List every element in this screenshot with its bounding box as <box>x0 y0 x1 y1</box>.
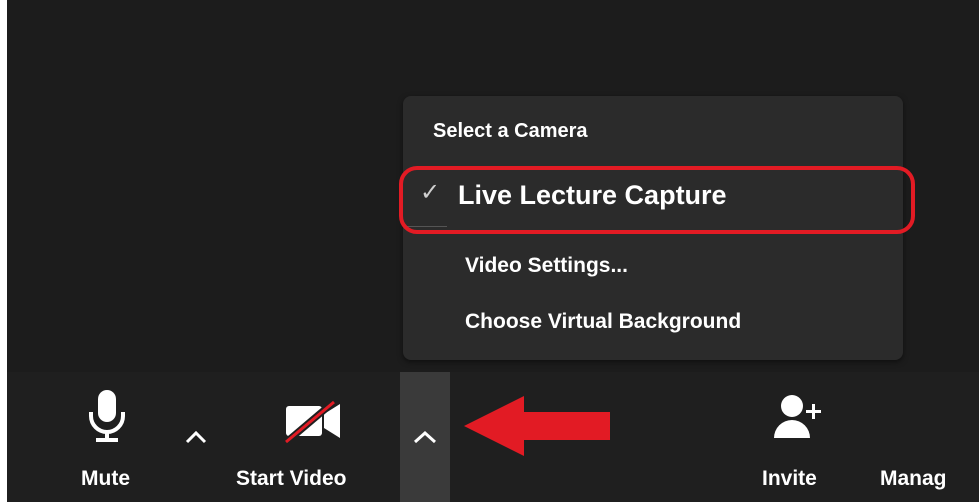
mute-label: Mute <box>81 467 130 490</box>
start-video-label: Start Video <box>236 467 347 490</box>
checkmark-icon: ✓ <box>420 179 441 206</box>
invite-button[interactable]: Invite <box>752 372 842 502</box>
video-off-icon <box>281 398 340 446</box>
camera-menu: Select a Camera ✓ Live Lecture Capture V… <box>403 96 903 360</box>
manage-label: Manag <box>880 467 947 490</box>
video-options-caret[interactable] <box>400 372 450 502</box>
red-arrow-annotation <box>464 396 610 456</box>
camera-menu-header: Select a Camera <box>433 120 588 142</box>
camera-option-label: Live Lecture Capture <box>458 180 727 210</box>
menu-divider <box>403 226 447 227</box>
manage-participants-button[interactable]: Manag <box>872 372 979 502</box>
start-video-button[interactable]: Start Video <box>232 372 392 502</box>
add-user-icon <box>774 395 821 438</box>
chevron-up-icon <box>185 430 207 444</box>
menu-item-label: Choose Virtual Background <box>465 310 742 333</box>
camera-option-live-lecture-capture[interactable]: ✓ Live Lecture Capture <box>403 174 903 218</box>
microphone-icon <box>89 390 125 442</box>
audio-options-caret[interactable] <box>175 372 217 502</box>
mute-button[interactable]: Mute <box>67 372 147 502</box>
window-edge <box>0 0 7 502</box>
invite-label: Invite <box>762 467 817 490</box>
chevron-up-icon <box>413 430 437 444</box>
menu-item-label: Video Settings... <box>465 254 628 277</box>
